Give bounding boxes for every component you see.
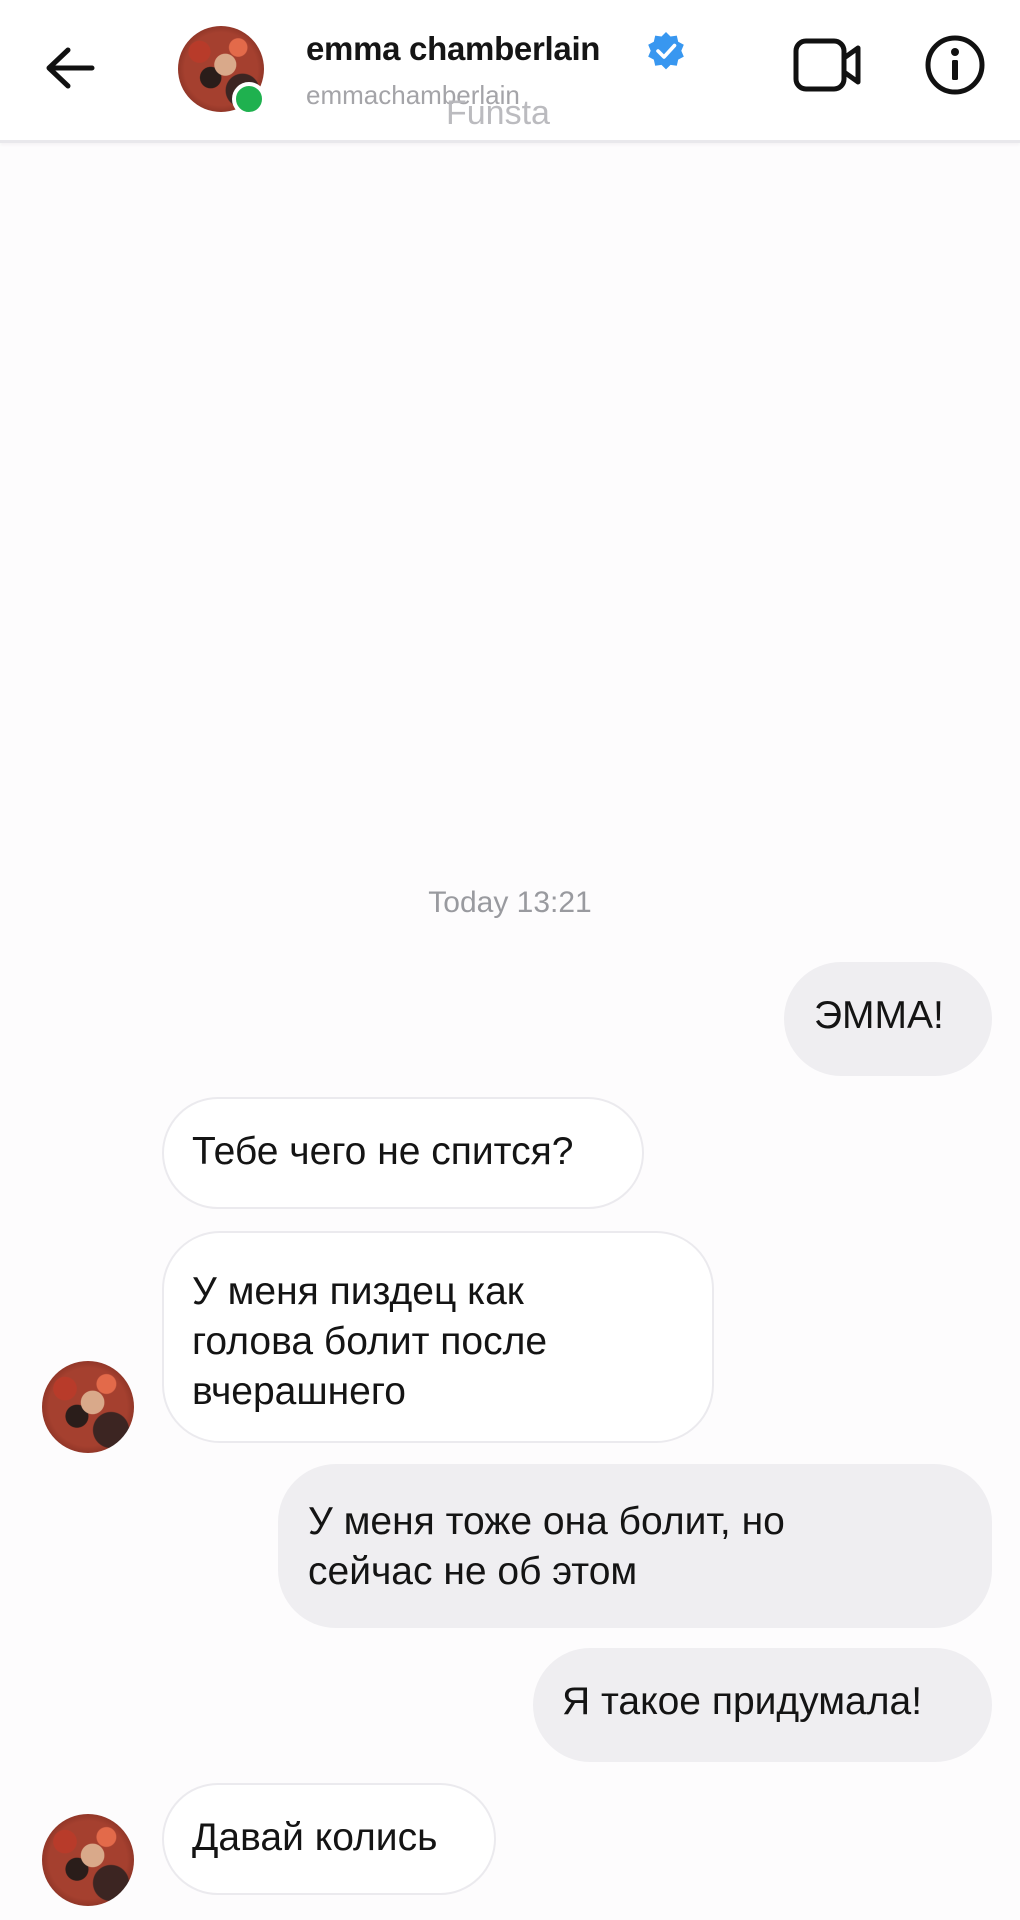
- online-status-indicator: [232, 82, 266, 116]
- message-bubble-incoming[interactable]: У меня пиздец как голова болит после вче…: [162, 1231, 714, 1443]
- message-text-line: сейчас не об этом: [308, 1550, 638, 1593]
- message-text-line: вчерашнего: [192, 1370, 406, 1413]
- message-text: ЭММА!: [814, 994, 944, 1037]
- video-call-button[interactable]: [790, 30, 866, 100]
- video-camera-icon: [793, 38, 861, 92]
- watermark-text: Funsta: [446, 94, 550, 132]
- back-button[interactable]: [30, 28, 110, 108]
- contact-name[interactable]: emma chamberlain: [306, 30, 600, 68]
- sender-avatar[interactable]: [42, 1361, 134, 1453]
- sender-avatar[interactable]: [42, 1814, 134, 1906]
- chat-header: emma chamberlain emmachamberlain Funsta: [0, 0, 1020, 143]
- message-bubble-incoming[interactable]: Давай колись: [162, 1783, 496, 1895]
- chat-screen: emma chamberlain emmachamberlain Funsta …: [0, 0, 1020, 1920]
- info-button[interactable]: [920, 30, 990, 100]
- message-text-line: голова болит после: [192, 1320, 548, 1363]
- message-bubble-outgoing[interactable]: ЭММА!: [784, 962, 992, 1076]
- message-text: Давай колись: [192, 1816, 438, 1859]
- info-circle-icon: [925, 35, 985, 95]
- arrow-left-icon: [46, 47, 95, 89]
- message-text: Я такое придумала!: [562, 1680, 923, 1723]
- message-text-line: У меня тоже она болит, но: [308, 1500, 785, 1543]
- message-bubble-outgoing[interactable]: У меня тоже она болит, но сейчас не об э…: [278, 1464, 992, 1628]
- verified-badge-icon: [648, 32, 684, 70]
- message-text: Тебе чего не спится?: [192, 1130, 574, 1173]
- thread-timestamp: Today 13:21: [428, 886, 592, 919]
- message-bubble-outgoing[interactable]: Я такое придумала!: [533, 1648, 992, 1762]
- message-bubble-incoming[interactable]: Тебе чего не спится?: [162, 1097, 644, 1209]
- message-text-line: У меня пиздец как: [192, 1270, 524, 1313]
